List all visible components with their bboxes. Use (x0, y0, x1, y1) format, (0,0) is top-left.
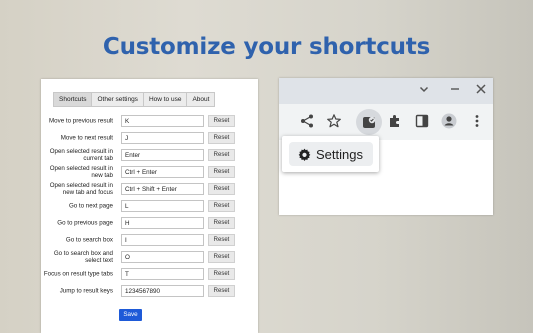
shortcut-label: Go to next page (68, 202, 113, 209)
shortcut-row: Open selected result in current tab Ente… (41, 146, 258, 163)
settings-button[interactable]: Settings (289, 142, 373, 166)
profile-icon[interactable] (441, 113, 457, 129)
reset-button[interactable]: Reset (208, 182, 235, 195)
shortcut-input[interactable]: Enter (121, 148, 204, 161)
tab-how-to-use[interactable]: How to use (142, 92, 188, 107)
shortcut-row: Focus on result type tabs T Reset (41, 265, 258, 282)
gear-icon (298, 148, 311, 166)
shortcut-row: Go to next page L Reset (41, 197, 258, 214)
shortcut-row: Move to next result J Reset (41, 129, 258, 146)
extension-bubble[interactable] (356, 109, 382, 135)
reset-button[interactable]: Reset (208, 199, 235, 212)
shortcut-input[interactable]: I (121, 233, 204, 246)
shortcut-row: Go to previous page H Reset (41, 214, 258, 231)
tab-other-settings[interactable]: Other settings (91, 92, 144, 107)
shortcut-row: Go to search box I Reset (41, 231, 258, 248)
extension-shortcut-icon (361, 114, 377, 135)
shortcut-label: Move to next result (60, 134, 113, 141)
star-icon[interactable] (326, 113, 342, 129)
minimize-icon[interactable] (449, 83, 461, 98)
browser-toolbar (279, 104, 493, 140)
shortcut-label: Go to search box and select text (53, 249, 113, 264)
shortcut-input[interactable]: Ctrl + Shift + Enter (121, 182, 204, 195)
reset-button[interactable]: Reset (208, 216, 235, 229)
shortcut-row: Go to search box and select text O Reset (41, 248, 258, 265)
reset-button[interactable]: Reset (208, 114, 235, 127)
shortcut-input[interactable]: H (121, 216, 204, 229)
shortcut-row: Open selected result in new tab Ctrl + E… (41, 163, 258, 180)
shortcut-row: Open selected result in new tab and focu… (41, 180, 258, 197)
side-panel-icon[interactable] (414, 113, 430, 129)
shortcut-label: Move to previous result (49, 117, 113, 124)
chevron-down-icon[interactable] (418, 83, 430, 98)
share-icon[interactable] (299, 113, 315, 129)
shortcut-input[interactable]: L (121, 199, 204, 212)
settings-panel: Shortcuts Other settings How to use Abou… (41, 79, 258, 333)
shortcut-input[interactable]: O (121, 250, 204, 263)
reset-button[interactable]: Reset (208, 284, 235, 297)
shortcut-input[interactable]: K (121, 114, 204, 127)
shortcut-input[interactable]: 1234567890 (121, 284, 204, 297)
shortcut-row: Move to previous result K Reset (41, 112, 258, 129)
shortcut-label: Open selected result in new tab (49, 164, 113, 179)
shortcut-list: Move to previous result K Reset Move to … (41, 112, 258, 299)
reset-button[interactable]: Reset (208, 148, 235, 161)
shortcut-row: Jump to result keys 1234567890 Reset (41, 282, 258, 299)
shortcut-input[interactable]: Ctrl + Enter (121, 165, 204, 178)
reset-button[interactable]: Reset (208, 233, 235, 246)
browser-titlebar (279, 78, 493, 104)
shortcut-label: Open selected result in new tab and focu… (49, 181, 113, 196)
tab-shortcuts[interactable]: Shortcuts (53, 92, 93, 107)
reset-button[interactable]: Reset (208, 267, 235, 280)
settings-label: Settings (316, 147, 363, 162)
kebab-menu-icon[interactable] (469, 113, 485, 129)
puzzle-icon[interactable] (387, 113, 403, 129)
shortcut-label: Jump to result keys (59, 287, 113, 294)
shortcut-label: Go to search box (65, 236, 113, 243)
shortcut-label: Focus on result type tabs (43, 270, 113, 277)
reset-button[interactable]: Reset (208, 131, 235, 144)
tab-about[interactable]: About (186, 92, 216, 107)
save-button[interactable]: Save (119, 309, 142, 321)
shortcut-label: Open selected result in current tab (49, 147, 113, 162)
close-icon[interactable] (475, 83, 487, 98)
reset-button[interactable]: Reset (208, 165, 235, 178)
shortcut-label: Go to previous page (57, 219, 113, 226)
reset-button[interactable]: Reset (208, 250, 235, 263)
shortcut-input[interactable]: J (121, 131, 204, 144)
extension-popup: Settings (282, 136, 379, 172)
browser-window-mock: Settings (279, 78, 493, 215)
page-headline: Customize your shortcuts (102, 34, 431, 60)
settings-tabs: Shortcuts Other settings How to use Abou… (53, 92, 216, 107)
shortcut-input[interactable]: T (121, 267, 204, 280)
